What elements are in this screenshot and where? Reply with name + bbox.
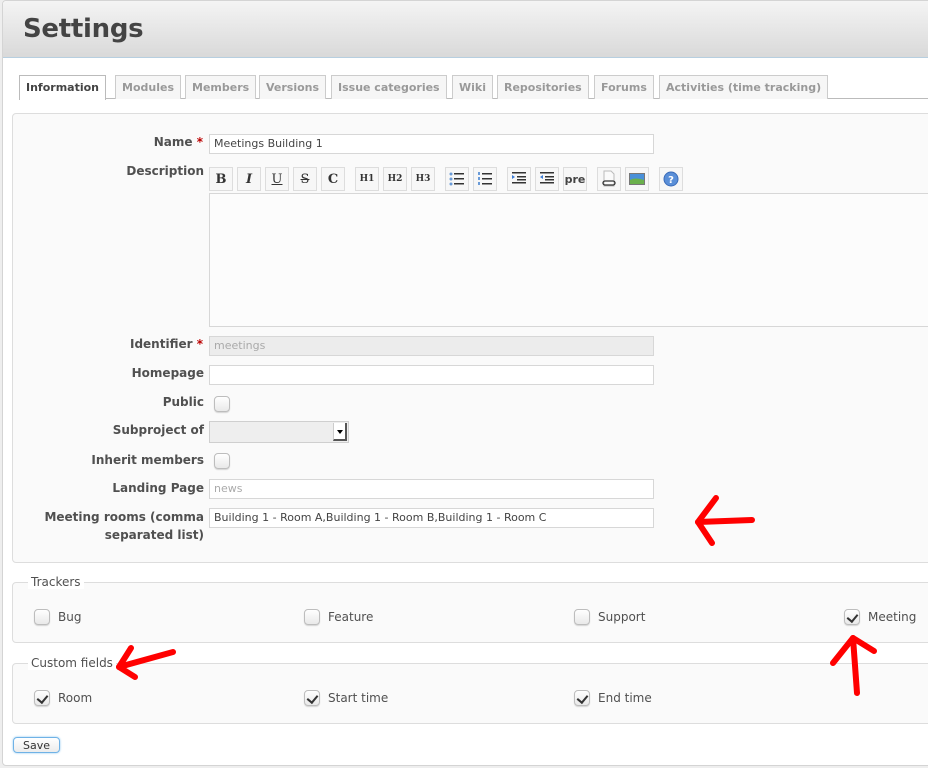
annotation-arrows	[116, 495, 877, 696]
annotation-arrow-meeting-tracker	[830, 635, 877, 696]
annotation-arrow-meeting-rooms	[695, 495, 755, 546]
annotation-arrow-custom-fields	[116, 645, 176, 680]
